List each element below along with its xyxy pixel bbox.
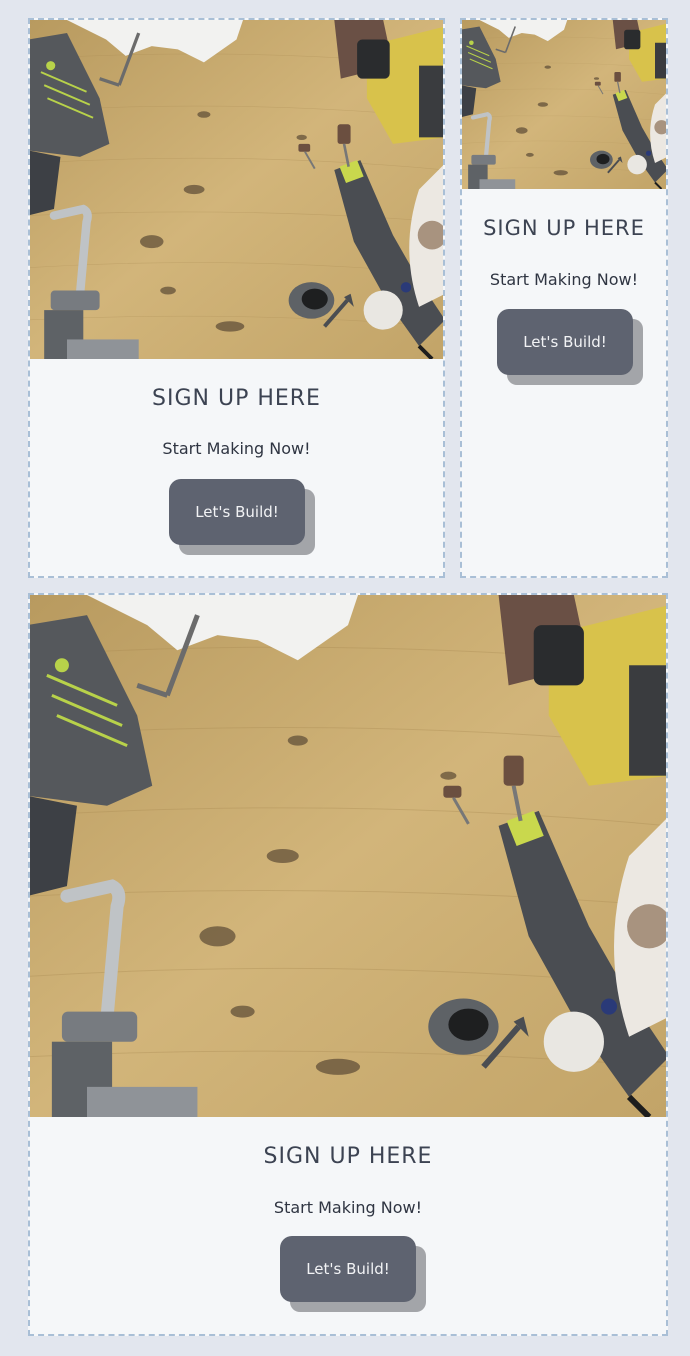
signup-card-3: SIGN UP HERE Start Making Now! Let's Bui… (28, 593, 668, 1336)
signup-card-2: SIGN UP HERE Start Making Now! Let's Bui… (460, 18, 668, 578)
signup-heading: SIGN UP HERE (263, 1144, 433, 1169)
lets-build-button[interactable]: Let's Build! (169, 479, 305, 545)
lets-build-button[interactable]: Let's Build! (497, 309, 633, 375)
workbench-tools-image (30, 20, 443, 359)
lets-build-button[interactable]: Let's Build! (280, 1236, 416, 1302)
signup-heading: SIGN UP HERE (483, 216, 645, 240)
signup-subtitle: Start Making Now! (273, 1198, 423, 1217)
signup-subtitle: Start Making Now! (489, 270, 639, 289)
signup-subtitle: Start Making Now! (162, 439, 311, 458)
workbench-tools-image (30, 595, 666, 1117)
workbench-tools-image (462, 20, 666, 189)
signup-heading: SIGN UP HERE (152, 386, 321, 411)
signup-card-1: SIGN UP HERE Start Making Now! Let's Bui… (28, 18, 445, 578)
